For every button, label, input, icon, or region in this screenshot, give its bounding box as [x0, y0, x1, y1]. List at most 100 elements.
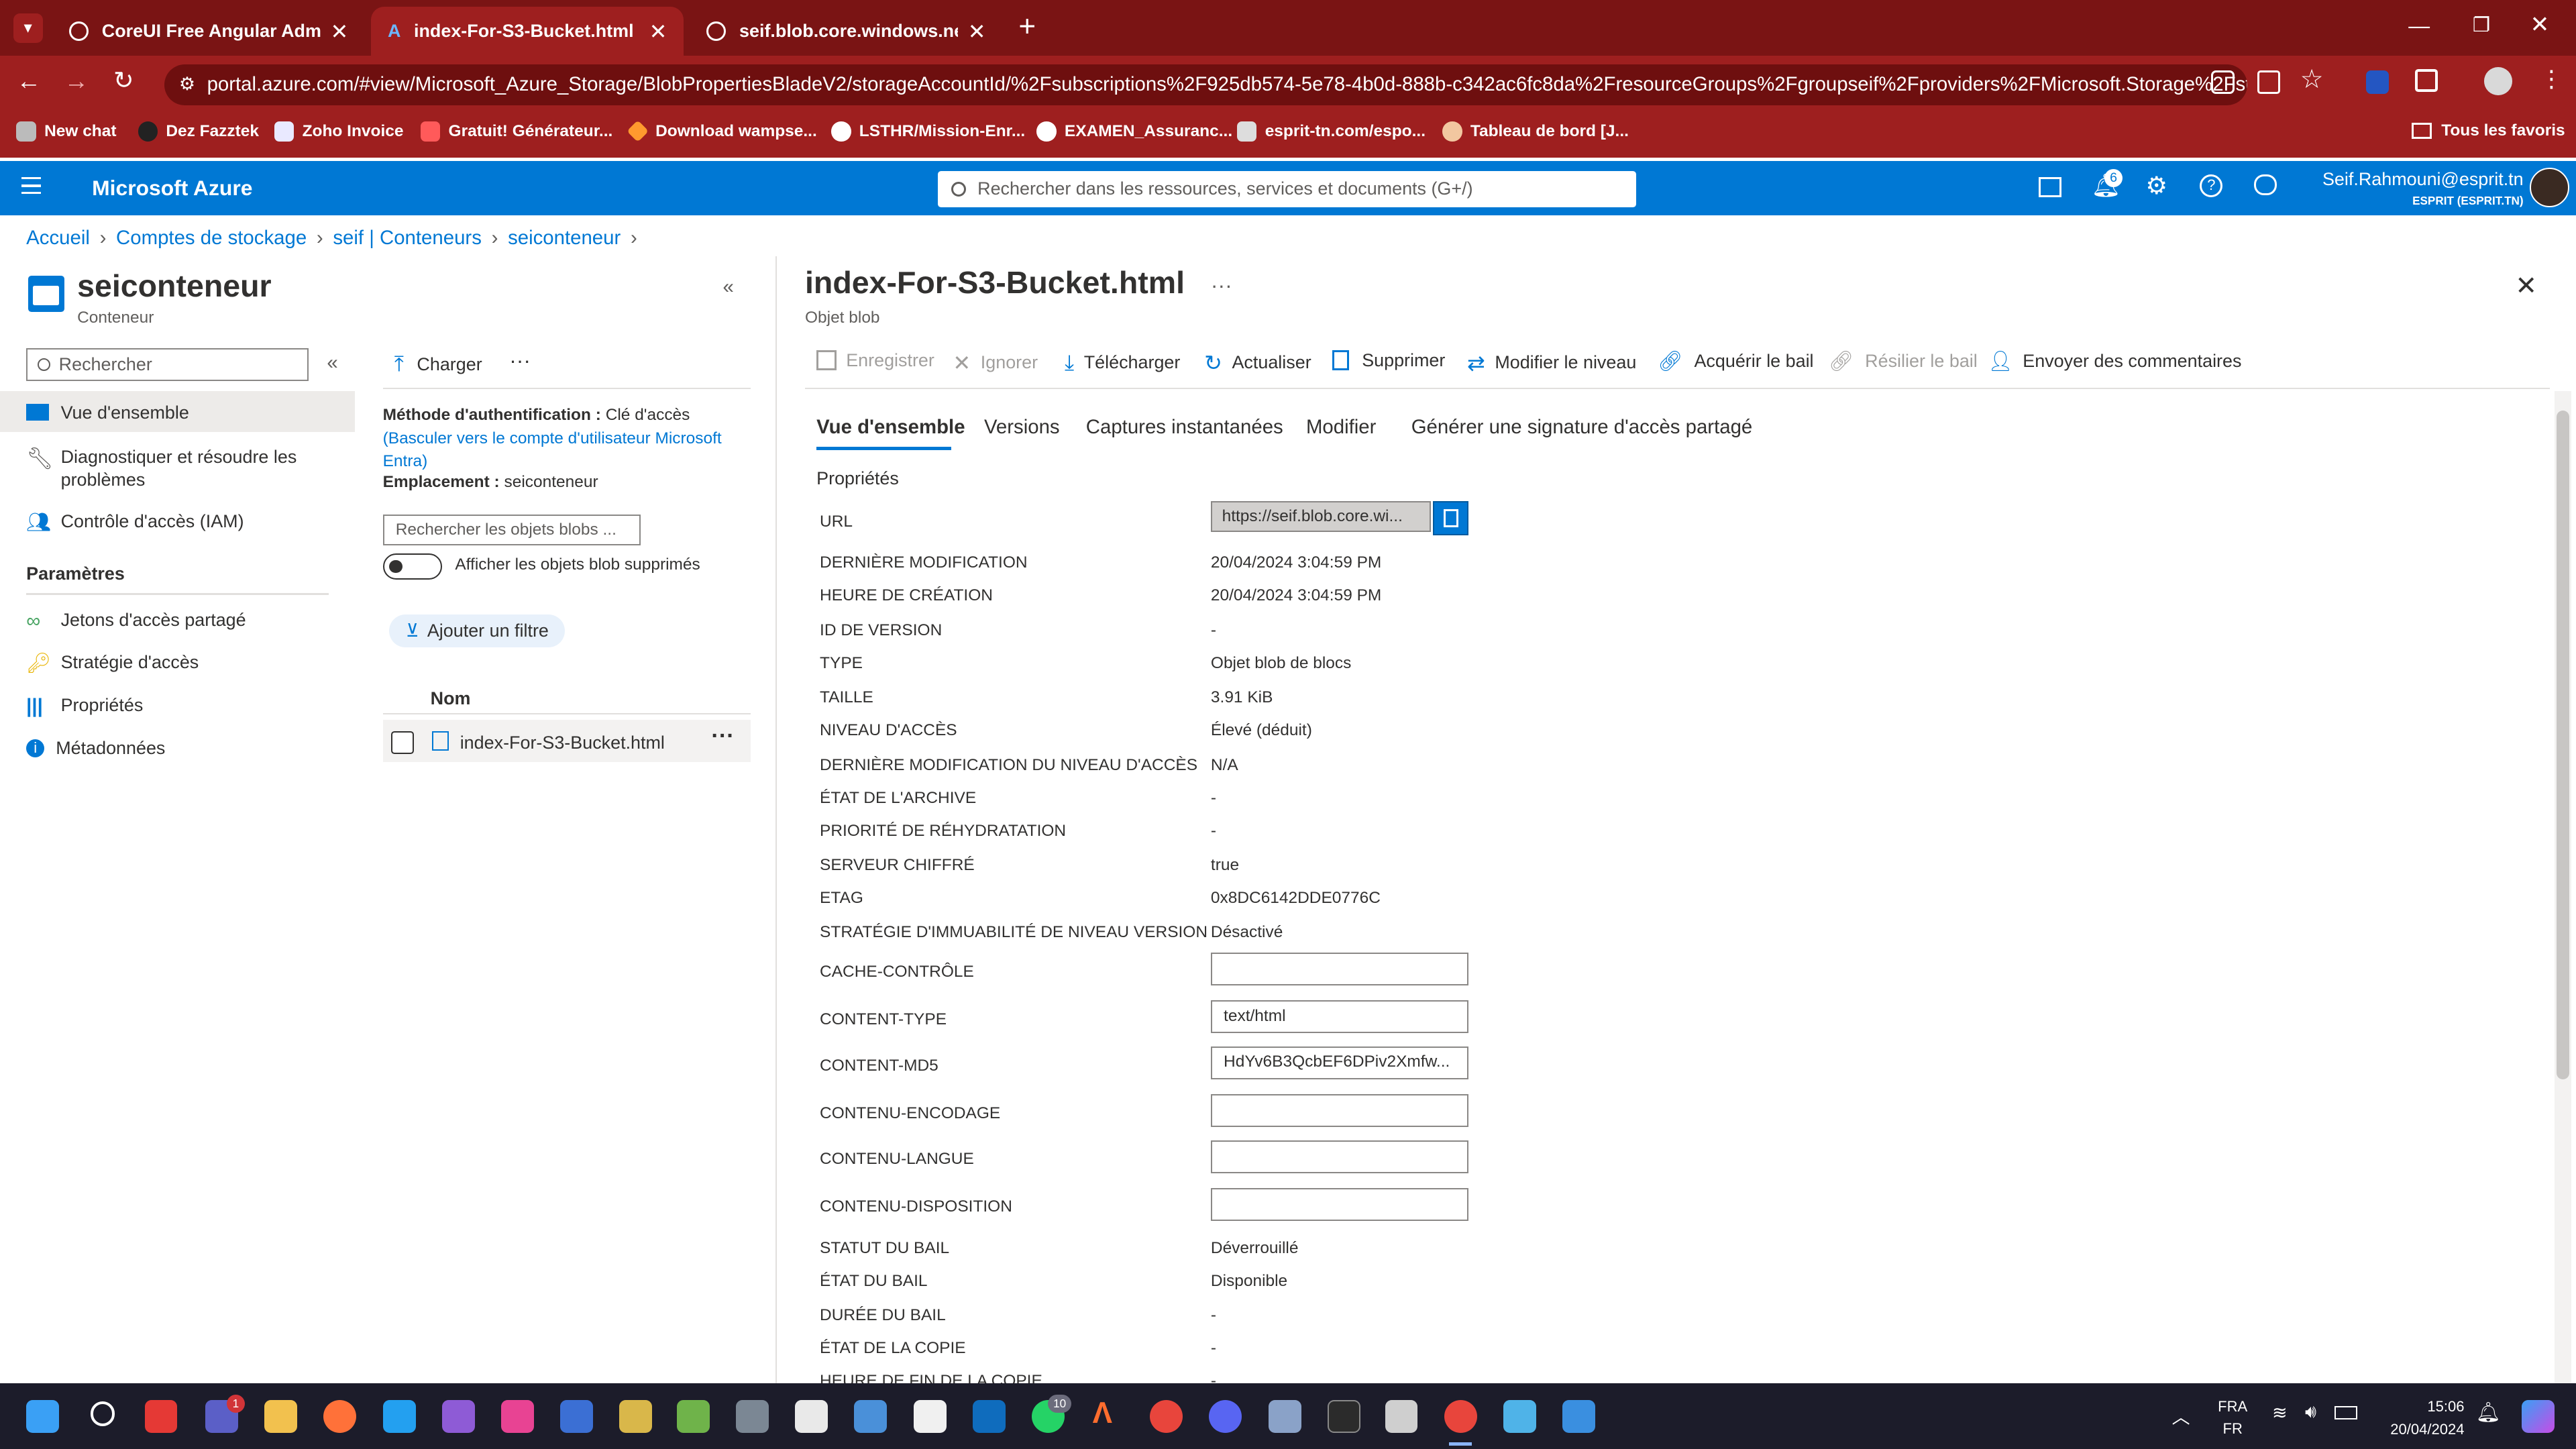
breadcrumb-storage-accounts[interactable]: Comptes de stockage — [116, 227, 307, 250]
browser-tab-coreui[interactable]: CoreUI Free Angular Admin Te ✕ — [52, 7, 364, 56]
window-close-icon[interactable]: ✕ — [2530, 11, 2549, 38]
bookmark-item[interactable]: esprit-tn.com/espo... — [1237, 121, 1426, 142]
copilot-icon[interactable] — [2522, 1399, 2555, 1433]
forward-icon[interactable]: → — [64, 67, 89, 95]
browser-tab-blob[interactable]: seif.blob.core.windows.net/sei ✕ — [690, 7, 1002, 56]
windows-start-icon[interactable] — [26, 1399, 60, 1433]
browser-tab-azure[interactable]: A index-For-S3-Bucket.html - Mi ✕ — [371, 6, 684, 56]
hamburger-menu-icon[interactable] — [21, 177, 42, 194]
help-icon[interactable]: ? — [2200, 174, 2223, 197]
change-tier-button[interactable]: ⇄ Modifier le niveau — [1467, 350, 1636, 376]
app-icon[interactable] — [619, 1399, 653, 1433]
break-lease-button[interactable]: 🔗︎ Résilier le bail — [1829, 350, 1978, 373]
azure-brand[interactable]: Microsoft Azure — [92, 176, 252, 201]
menu-search-input[interactable]: Rechercher — [26, 348, 309, 382]
all-favorites[interactable]: Tous les favoris — [2412, 121, 2565, 140]
chrome-icon[interactable] — [1150, 1399, 1183, 1433]
tab-edit[interactable]: Modifier — [1306, 416, 1376, 439]
tray-chevron-icon[interactable]: ︿ — [2172, 1403, 2190, 1429]
row-checkbox[interactable] — [390, 731, 415, 755]
breadcrumb-home[interactable]: Accueil — [26, 227, 90, 250]
notepad-plus-icon[interactable] — [676, 1399, 710, 1433]
extensions-puzzle-icon[interactable] — [2415, 68, 2438, 93]
volume-icon[interactable]: 🔊︎ — [2305, 1401, 2316, 1423]
outlook-icon[interactable] — [972, 1399, 1006, 1433]
bookmark-star-icon[interactable]: ☆ — [2300, 64, 2324, 95]
nav-item-iam[interactable]: 👥︎ Contrôle d'accès (IAM) — [26, 511, 244, 534]
calculator-icon[interactable] — [736, 1399, 769, 1433]
collapse-blade-icon[interactable]: « — [723, 276, 734, 299]
user-avatar[interactable] — [2530, 167, 2570, 207]
profile-avatar[interactable] — [2483, 67, 2512, 96]
add-filter-button[interactable]: ⊻ Ajouter un filtre — [389, 614, 566, 647]
visual-studio-icon[interactable] — [441, 1399, 475, 1433]
password-key-icon[interactable] — [2211, 70, 2235, 94]
app-icon[interactable] — [913, 1399, 947, 1433]
vscode-icon[interactable] — [382, 1399, 416, 1433]
battery-icon[interactable] — [2334, 1406, 2358, 1419]
minimize-icon[interactable]: — — [2408, 13, 2430, 38]
blob-search-input[interactable]: Rechercher les objets blobs ... — [382, 514, 641, 546]
reload-icon[interactable]: ↻ — [113, 66, 134, 95]
bookmark-item[interactable]: Download wampse... — [626, 120, 817, 143]
settings-gear-icon[interactable]: ⚙ — [2145, 171, 2167, 200]
nav-item-access-policy[interactable]: 🔑︎ Stratégie d'accès — [26, 652, 199, 675]
content-md5-input[interactable]: HdYv6B3QcbEF6DPiv2Xmfw... — [1210, 1046, 1469, 1079]
scrollbar-thumb[interactable] — [2556, 411, 2570, 1079]
terminal-icon[interactable] — [1327, 1399, 1360, 1433]
bookmark-item[interactable]: LSTHR/Mission-Enr... — [831, 121, 1025, 142]
tab-generate-sas[interactable]: Générer une signature d'accès partagé — [1411, 416, 1753, 439]
breadcrumb-containers[interactable]: seif | Conteneurs — [333, 227, 482, 250]
app-icon[interactable] — [1268, 1399, 1301, 1433]
wifi-icon[interactable]: ≋ — [2272, 1403, 2288, 1424]
app-icon[interactable] — [560, 1399, 594, 1433]
content-disposition-input[interactable] — [1210, 1187, 1469, 1221]
app-icon[interactable] — [1562, 1399, 1595, 1433]
tab-versions[interactable]: Versions — [984, 416, 1060, 439]
app-icon[interactable] — [1503, 1399, 1536, 1433]
row-more-icon[interactable]: ··· — [711, 723, 734, 749]
refresh-button[interactable]: ↻ Actualiser — [1204, 350, 1311, 376]
bookmark-item[interactable]: Gratuit! Générateur... — [420, 121, 612, 142]
user-email[interactable]: Seif.Rahmouni@esprit.tn — [2316, 169, 2524, 190]
blade-more-icon[interactable]: ··· — [1211, 273, 1232, 298]
nav-item-sas-tokens[interactable]: ∞ Jetons d'accès partagé — [26, 610, 246, 633]
app-icon[interactable] — [795, 1399, 828, 1433]
cache-control-input[interactable] — [1210, 953, 1469, 986]
show-deleted-toggle[interactable] — [382, 553, 442, 580]
tab-search-button[interactable]: ▾ — [13, 13, 43, 43]
nav-item-metadata[interactable]: i Métadonnées — [26, 738, 165, 759]
app-icon[interactable]: Λ — [1093, 1397, 1112, 1430]
feedback-button[interactable]: 👤︎ Envoyer des commentaires — [1988, 350, 2241, 373]
bookmark-item[interactable]: Zoho Invoice — [274, 121, 403, 142]
discard-button[interactable]: ✕ Ignorer — [953, 350, 1038, 376]
discord-icon[interactable] — [1209, 1399, 1242, 1433]
close-tab-icon[interactable]: ✕ — [649, 19, 667, 44]
close-tab-icon[interactable]: ✕ — [331, 19, 349, 44]
more-options-icon[interactable]: ··· — [509, 348, 531, 373]
global-search-input[interactable]: Rechercher dans les ressources, services… — [938, 170, 1637, 207]
firefox-icon[interactable] — [323, 1399, 357, 1433]
close-blade-icon[interactable]: ✕ — [2515, 271, 2537, 301]
cloud-shell-icon[interactable] — [2039, 177, 2062, 197]
copy-url-button[interactable] — [1432, 500, 1469, 536]
anydesk-icon[interactable] — [144, 1399, 178, 1433]
scrollbar-track[interactable] — [2555, 390, 2571, 1384]
download-button[interactable]: ⤓ Télécharger — [1065, 350, 1180, 376]
save-button[interactable]: Enregistrer — [816, 350, 934, 371]
bookmark-item[interactable]: Tableau de bord [J... — [1442, 121, 1629, 142]
blob-name[interactable]: index-For-S3-Bucket.html — [460, 733, 665, 753]
browser-menu-icon[interactable]: ⋮ — [2540, 66, 2563, 93]
bookmark-item[interactable]: EXAMEN_Assuranc... — [1036, 121, 1232, 142]
install-app-icon[interactable] — [2257, 70, 2281, 94]
acquire-lease-button[interactable]: 🔗︎ Acquérir le bail — [1658, 350, 1814, 373]
nav-item-properties[interactable]: ||| Propriétés — [26, 695, 143, 718]
url-bar[interactable]: ⚙ portal.azure.com/#view/Microsoft_Azure… — [164, 64, 2248, 105]
feedback-icon[interactable] — [2254, 174, 2277, 196]
app-icon[interactable] — [854, 1399, 888, 1433]
bookmark-item[interactable]: New chat — [16, 121, 117, 142]
switch-account-link[interactable]: (Basculer vers le compte d'utilisateur M… — [383, 427, 751, 474]
back-icon[interactable]: ← — [16, 67, 41, 95]
content-encoding-input[interactable] — [1210, 1094, 1469, 1127]
clock[interactable]: 15:06 — [2415, 1398, 2464, 1415]
